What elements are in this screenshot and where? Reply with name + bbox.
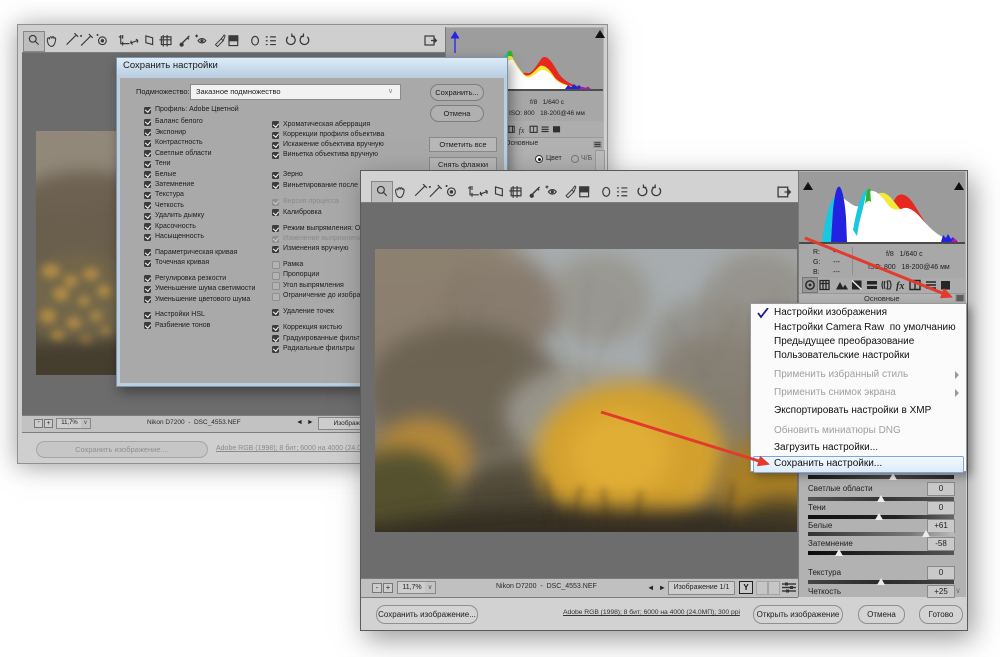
svg-text:fx: fx xyxy=(896,281,904,291)
svg-text:fx: fx xyxy=(519,126,525,135)
